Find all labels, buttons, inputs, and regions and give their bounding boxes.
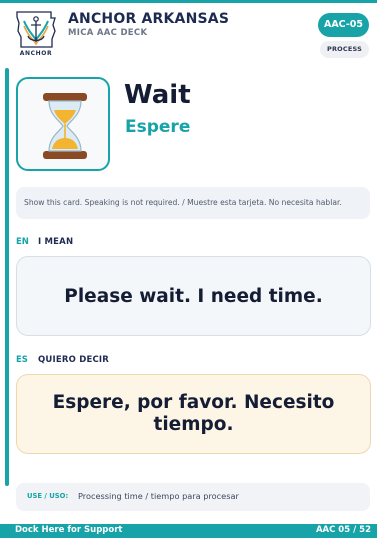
deck-subtitle: MICA AAC DECK [68, 28, 148, 38]
anchor-arkansas-logo: ANCHOR [13, 9, 59, 57]
spanish-phrase-panel: Espere, por favor. Necesito tiempo. [16, 374, 371, 454]
card-word-english: Wait [124, 80, 191, 110]
english-lang-tag: EN [16, 237, 29, 247]
instruction-note: Show this card. Speaking is not required… [16, 187, 370, 219]
side-accent-bar [5, 68, 9, 486]
card-header: ANCHOR ANCHOR ARKANSAS MICA AAC DECK AAC… [0, 3, 377, 61]
card-code-badge: AAC-05 [318, 13, 369, 37]
english-section-label: I MEAN [38, 237, 74, 247]
card-word-spanish: Espere [125, 117, 191, 137]
category-badge: PROCESS [320, 41, 369, 58]
card-footer: Dock Here for Support AAC 05 / 52 [0, 524, 377, 538]
spanish-lang-tag: ES [16, 355, 28, 365]
logo-wordmark: ANCHOR [20, 50, 52, 57]
dock-support-link[interactable]: Dock Here for Support [15, 525, 122, 535]
usage-value: Processing time / tiempo para procesar [78, 491, 239, 501]
page-indicator: AAC 05 / 52 [315, 525, 371, 535]
spanish-section-label: QUIERO DECIR [38, 355, 110, 365]
usage-label: USE / USO: [27, 492, 69, 500]
hourglass-icon [43, 93, 87, 159]
usage-note: USE / USO: Processing time / tiempo para… [16, 483, 370, 511]
english-phrase-panel: Please wait. I need time. [16, 256, 371, 336]
card-symbol-tile [16, 77, 110, 171]
deck-brand-title: ANCHOR ARKANSAS [68, 11, 230, 27]
